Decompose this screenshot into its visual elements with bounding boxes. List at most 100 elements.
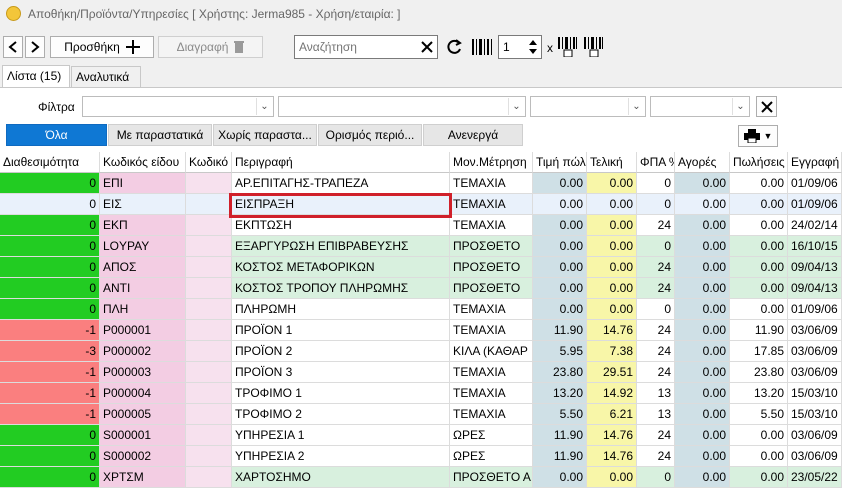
clear-filters-button[interactable]: [756, 96, 777, 117]
filter-define-period-button[interactable]: Ορισμός περιό...: [318, 124, 422, 146]
cell-availability: -3: [0, 341, 100, 362]
cell-description: ΠΡΟΪΟΝ 3: [232, 362, 450, 383]
forward-button[interactable]: [25, 36, 45, 58]
cell-item-code: ΠΛΗ: [100, 299, 186, 320]
cell-vat: 0: [637, 194, 675, 215]
search-input[interactable]: [294, 35, 438, 59]
cell-sales: 0.00: [730, 299, 788, 320]
cell-date: 09/04/13: [788, 257, 842, 278]
add-button[interactable]: Προσθήκη: [50, 36, 154, 58]
table-row[interactable]: 0 ΧΡΤΣΜ ΧΑΡΤΟΣΗΜΟ ΠΡΟΣΘΕΤΟ Α 0.00 0.00 0 0.00 0.…: [0, 467, 842, 488]
cell-price: 0.00: [533, 257, 587, 278]
filter-without-documents-button[interactable]: Χωρίς παραστα...: [213, 124, 317, 146]
quantity-stepper[interactable]: 1: [498, 35, 542, 59]
cell-description: ΚΟΣΤΟΣ ΤΡΟΠΟΥ ΠΛΗΡΩΜΗΣ: [232, 278, 450, 299]
delete-button[interactable]: Διαγραφή: [158, 36, 263, 58]
stepper-arrows-icon[interactable]: [528, 38, 538, 56]
barcode-multiply-1-icon[interactable]: [558, 37, 578, 58]
column-header-price[interactable]: Τιμή πώλ: [533, 152, 587, 173]
cell-final-price: 14.76: [587, 425, 637, 446]
cell-description: ΕΞΑΡΓΥΡΩΣΗ ΕΠΙΒΡΑΒΕΥΣΗΣ: [232, 236, 450, 257]
barcode-multiply-2-icon[interactable]: [584, 37, 604, 58]
column-header-date[interactable]: Εγγραφή: [788, 152, 842, 173]
cell-date: 03/06/09: [788, 425, 842, 446]
barcode-icon[interactable]: [472, 39, 492, 55]
printer-icon: [743, 129, 760, 143]
column-header-final-price[interactable]: Τελική: [587, 152, 637, 173]
cell-purchases: 0.00: [675, 194, 730, 215]
cell-code2: [186, 215, 232, 236]
table-row[interactable]: -1 P000004 ΤΡΟΦΙΜΟ 1 ΤΕΜΑΧΙΑ 13.20 14.92 13 0.0…: [0, 383, 842, 404]
column-header-sales[interactable]: Πωλήσεις: [730, 152, 788, 173]
cell-description: ΕΚΠΤΩΣΗ: [232, 215, 450, 236]
cell-availability: 0: [0, 425, 100, 446]
cell-price: 11.90: [533, 446, 587, 467]
cell-vat: 13: [637, 383, 675, 404]
print-button[interactable]: ▼: [738, 125, 778, 147]
filter-combo-2[interactable]: ⌄: [278, 96, 526, 117]
column-header-purchases[interactable]: Αγορές: [675, 152, 730, 173]
cell-description: ΤΡΟΦΙΜΟ 1: [232, 383, 450, 404]
cell-code2: [186, 299, 232, 320]
cell-description: ΧΑΡΤΟΣΗΜΟ: [232, 467, 450, 488]
filter-all-label: Όλα: [45, 128, 68, 142]
cell-date: 15/03/10: [788, 383, 842, 404]
window-title: Αποθήκη/Προϊόντα/Υπηρεσίες [ Χρήστης: Je…: [28, 7, 401, 21]
cell-final-price: 0.00: [587, 236, 637, 257]
cell-availability: -1: [0, 362, 100, 383]
table-row[interactable]: 0 ΑΝΤΙ ΚΟΣΤΟΣ ΤΡΟΠΟΥ ΠΛΗΡΩΜΗΣ ΠΡΟΣΘΕΤΟ 0.00 0…: [0, 278, 842, 299]
cell-price: 0.00: [533, 467, 587, 488]
back-button[interactable]: [3, 36, 23, 58]
cell-sales: 0.00: [730, 467, 788, 488]
cell-item-code: P000004: [100, 383, 186, 404]
column-header-code2[interactable]: Κωδικό: [186, 152, 232, 173]
cell-price: 13.20: [533, 383, 587, 404]
table-row[interactable]: 0 ΠΛΗ ΠΛΗΡΩΜΗ ΤΕΜΑΧΙΑ 0.00 0.00 0 0.00 0.00 01/09…: [0, 299, 842, 320]
column-header-vat[interactable]: ΦΠΑ %: [637, 152, 675, 173]
cell-final-price: 0.00: [587, 194, 637, 215]
multiply-label: x: [547, 41, 553, 55]
filter-inactive-button[interactable]: Ανενεργά: [423, 124, 523, 146]
cell-price: 11.90: [533, 320, 587, 341]
cell-price: 23.80: [533, 362, 587, 383]
table-row[interactable]: 0 ΕΚΠ ΕΚΠΤΩΣΗ ΤΕΜΑΧΙΑ 0.00 0.00 24 0.00 0.00 24/0…: [0, 215, 842, 236]
cell-description: ΥΠΗΡΕΣΙΑ 1: [232, 425, 450, 446]
table-row[interactable]: 0 S000001 ΥΠΗΡΕΣΙΑ 1 ΩΡΕΣ 11.90 14.76 24 0.00 0.…: [0, 425, 842, 446]
tab-details[interactable]: Αναλυτικά: [71, 66, 141, 87]
cell-unit: ΠΡΟΣΘΕΤΟ Α: [450, 467, 533, 488]
cell-purchases: 0.00: [675, 341, 730, 362]
table-row[interactable]: 0 LOYPAY ΕΞΑΡΓΥΡΩΣΗ ΕΠΙΒΡΑΒΕΥΣΗΣ ΠΡΟΣΘΕΤΟ 0.…: [0, 236, 842, 257]
table-row[interactable]: 0 S000002 ΥΠΗΡΕΣΙΑ 2 ΩΡΕΣ 11.90 14.76 24 0.00 0.…: [0, 446, 842, 467]
cell-date: 03/06/09: [788, 320, 842, 341]
refresh-icon[interactable]: [444, 37, 464, 57]
table-row[interactable]: 0 ΑΠΟΣ ΚΟΣΤΟΣ ΜΕΤΑΦΟΡΙΚΩΝ ΠΡΟΣΘΕΤΟ 0.00 0.00 2…: [0, 257, 842, 278]
cell-code2: [186, 257, 232, 278]
cell-sales: 13.20: [730, 383, 788, 404]
cell-unit: ΤΕΜΑΧΙΑ: [450, 383, 533, 404]
filter-combo-3[interactable]: ⌄: [530, 96, 646, 117]
column-header-item-code[interactable]: Κωδικός είδου: [100, 152, 186, 173]
cell-vat: 13: [637, 404, 675, 425]
cell-final-price: 14.92: [587, 383, 637, 404]
cell-description: ΠΡΟΪΟΝ 2: [232, 341, 450, 362]
tab-list[interactable]: Λίστα (15): [2, 65, 70, 88]
cell-sales: 0.00: [730, 257, 788, 278]
table-row[interactable]: 0 ΕΠΙ ΑΡ.ΕΠΙΤΑΓΗΣ-ΤΡΑΠΕΖΑ ΤΕΜΑΧΙΑ 0.00 0.00 0 0…: [0, 173, 842, 194]
table-row[interactable]: -1 P000001 ΠΡΟΪΟΝ 1 ΤΕΜΑΧΙΑ 11.90 14.76 24 0.00…: [0, 320, 842, 341]
filter-combo-4[interactable]: ⌄: [650, 96, 750, 117]
table-row[interactable]: -3 P000002 ΠΡΟΪΟΝ 2 ΚΙΛΑ (ΚΑΘΑΡ 5.95 7.38 24 0.…: [0, 341, 842, 362]
cell-unit: ΠΡΟΣΘΕΤΟ: [450, 257, 533, 278]
cell-final-price: 7.38: [587, 341, 637, 362]
table-row[interactable]: -1 P000005 ΤΡΟΦΙΜΟ 2 ΤΕΜΑΧΙΑ 5.50 6.21 13 0.00 5…: [0, 404, 842, 425]
column-header-description[interactable]: Περιγραφή: [232, 152, 450, 173]
filter-with-documents-button[interactable]: Με παραστατικά: [108, 124, 212, 146]
filter-combo-1[interactable]: ⌄: [82, 96, 274, 117]
clear-search-icon[interactable]: [420, 40, 434, 54]
filter-all-button[interactable]: Όλα: [6, 124, 107, 146]
column-header-availability[interactable]: Διαθεσιμότητα: [0, 152, 100, 173]
filter-define-period-label: Ορισμός περιό...: [325, 128, 415, 142]
table-row[interactable]: -1 P000003 ΠΡΟΪΟΝ 3 ΤΕΜΑΧΙΑ 23.80 29.51 24 0.00…: [0, 362, 842, 383]
cell-description: ΥΠΗΡΕΣΙΑ 2: [232, 446, 450, 467]
column-header-unit[interactable]: Μον.Μέτρηση: [450, 152, 533, 173]
cell-vat: 24: [637, 215, 675, 236]
